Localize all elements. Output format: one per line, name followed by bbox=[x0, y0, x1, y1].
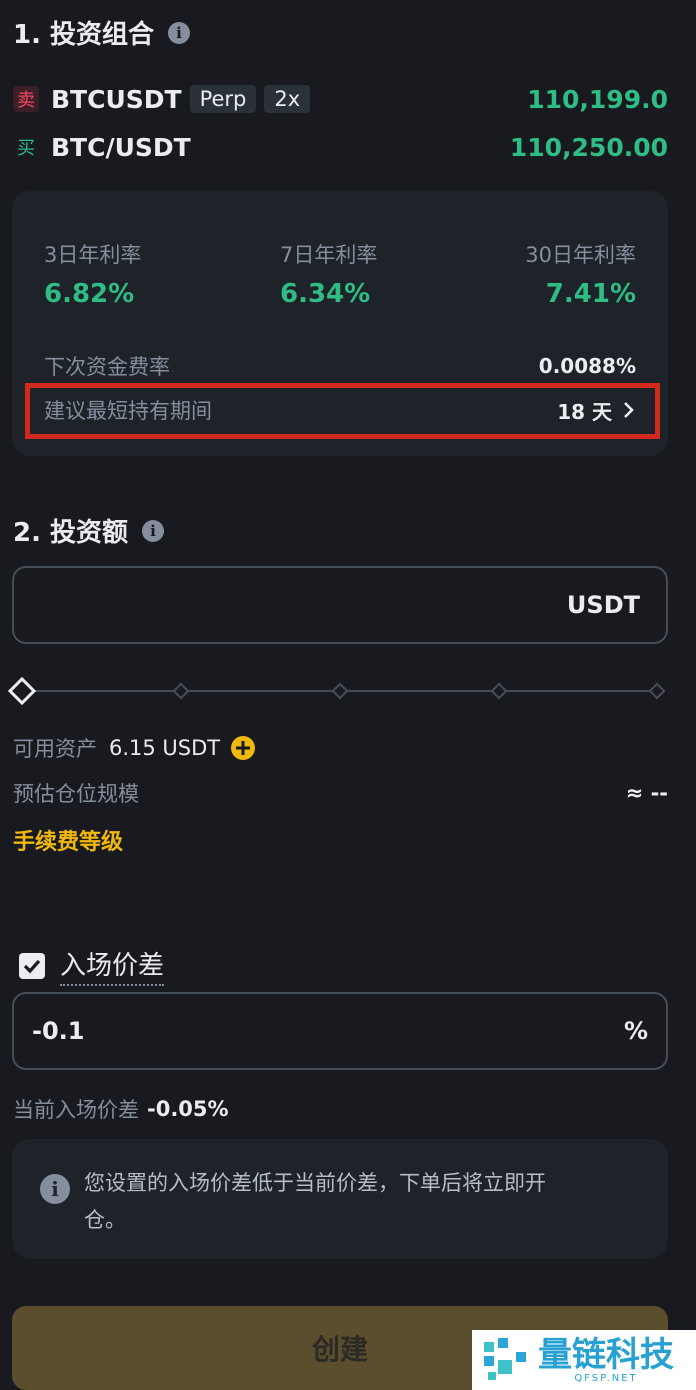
rate-label: 30日年利率 bbox=[525, 243, 636, 267]
current-spread-label: 当前入场价差 bbox=[13, 1098, 139, 1122]
notice-text: 您设置的入场价差低于当前价差，下单后将立即开 仓。 bbox=[84, 1165, 638, 1239]
amount-input[interactable]: USDT bbox=[12, 566, 668, 644]
watermark-text: 量链科技 QFSP.NET bbox=[538, 1337, 674, 1384]
checkbox-checked-icon[interactable] bbox=[18, 952, 46, 980]
slider-node[interactable] bbox=[490, 682, 508, 700]
plus-circle-icon[interactable] bbox=[230, 735, 256, 761]
info-icon: i bbox=[40, 1174, 70, 1204]
available-value: 6.15 USDT bbox=[109, 736, 221, 760]
section-title-portfolio: 1. 投资组合 bbox=[13, 20, 155, 50]
section-amount-header: 2. 投资额 i bbox=[13, 512, 165, 549]
chevron-right-icon bbox=[624, 402, 634, 418]
amount-unit: USDT bbox=[566, 591, 640, 619]
slider-handle[interactable] bbox=[7, 676, 37, 706]
next-funding-value: 0.0088% bbox=[538, 354, 636, 378]
rate-label: 3日年利率 bbox=[44, 243, 142, 267]
next-funding-label: 下次资金费率 bbox=[44, 355, 170, 379]
available-row: 可用资产 6.15 USDT bbox=[13, 733, 256, 763]
available-label: 可用资产 bbox=[13, 737, 97, 761]
pair-name: BTC/USDT bbox=[51, 132, 191, 162]
slider-node[interactable] bbox=[648, 682, 666, 700]
current-spread-value: -0.05% bbox=[147, 1097, 229, 1121]
section-portfolio-header: 1. 投资组合 i bbox=[13, 14, 191, 51]
rate-value: 7.41% bbox=[545, 279, 636, 309]
fee-tier-link[interactable]: 手续费等级 bbox=[13, 824, 123, 856]
min-hold-row[interactable]: 建议最短持有期间 18 天 bbox=[44, 395, 636, 425]
watermark: 量链科技 QFSP.NET bbox=[472, 1330, 696, 1390]
notice-line: 仓。 bbox=[84, 1208, 126, 1232]
current-spread-row: 当前入场价差 -0.05% bbox=[13, 1094, 229, 1124]
min-hold-value-wrap[interactable]: 18 天 bbox=[557, 396, 636, 425]
fee-tier-label[interactable]: 手续费等级 bbox=[13, 830, 123, 855]
watermark-logo-icon bbox=[484, 1338, 526, 1380]
pair-price: 110,250.00 bbox=[509, 132, 668, 162]
rates-card: 3日年利率 6.82% 7日年利率 6.34% 30日年利率 7.41% 下次资… bbox=[12, 191, 668, 456]
info-icon[interactable]: i bbox=[168, 21, 191, 44]
entry-spread-toggle[interactable]: 入场价差 bbox=[18, 945, 165, 986]
rate-label: 7日年利率 bbox=[280, 243, 378, 267]
pair-row-perp: 卖 BTCUSDT Perp 2x 110,199.0 bbox=[13, 82, 668, 116]
rate-7d: 7日年利率 6.34% bbox=[280, 239, 377, 309]
rate-3d: 3日年利率 6.82% bbox=[44, 239, 141, 309]
entry-spread-value[interactable]: -0.1 bbox=[32, 1017, 624, 1045]
slider-node[interactable] bbox=[172, 682, 190, 700]
buy-tag: 买 bbox=[17, 138, 35, 159]
rate-30d: 30日年利率 7.41% bbox=[525, 239, 636, 309]
min-hold-label: 建议最短持有期间 bbox=[44, 399, 212, 423]
sell-tag: 卖 bbox=[13, 86, 39, 112]
notice-box: i 您设置的入场价差低于当前价差，下单后将立即开 仓。 bbox=[12, 1139, 668, 1259]
info-icon[interactable]: i bbox=[142, 519, 165, 542]
entry-spread-input[interactable]: -0.1 % bbox=[12, 992, 668, 1070]
perp-chip: Perp bbox=[189, 85, 257, 113]
watermark-cn: 量链科技 bbox=[538, 1334, 674, 1375]
entry-spread-label[interactable]: 入场价差 bbox=[60, 945, 165, 986]
est-position-label: 预估仓位规模 bbox=[13, 782, 139, 806]
pair-row-spot: 买 BTC/USDT 110,250.00 bbox=[13, 130, 668, 164]
section-title-amount: 2. 投资额 bbox=[13, 518, 129, 548]
est-position-row: 预估仓位规模 ≈ -- bbox=[13, 778, 668, 808]
leverage-chip: 2x bbox=[264, 85, 311, 113]
rate-value: 6.34% bbox=[280, 279, 371, 309]
pair-name: BTCUSDT bbox=[51, 84, 182, 114]
entry-spread-unit: % bbox=[623, 1017, 648, 1045]
amount-slider[interactable] bbox=[7, 676, 668, 706]
rate-value: 6.82% bbox=[44, 279, 135, 309]
next-funding-row: 下次资金费率 0.0088% bbox=[44, 351, 636, 381]
create-button-label: 创建 bbox=[311, 1333, 368, 1366]
pair-price: 110,199.0 bbox=[527, 84, 668, 114]
est-position-value: ≈ -- bbox=[625, 781, 668, 805]
slider-node[interactable] bbox=[331, 682, 349, 700]
notice-line: 您设置的入场价差低于当前价差，下单后将立即开 bbox=[84, 1171, 546, 1195]
min-hold-value: 18 天 bbox=[557, 399, 612, 424]
